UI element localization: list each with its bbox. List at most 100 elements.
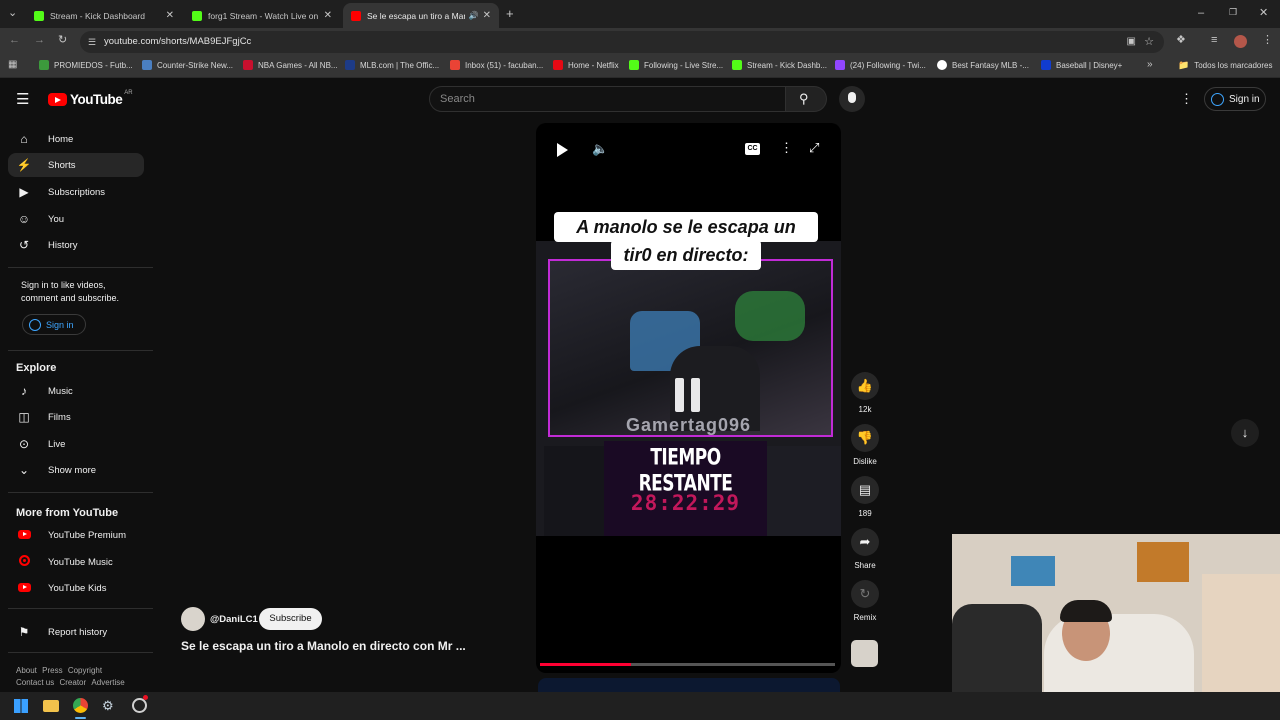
short-video-player[interactable]: 🔈 CC ⋮ ⤢ Gamertag096 TIEMPO RESTANTE 28:… <box>536 123 841 673</box>
progress-bar[interactable] <box>540 663 835 666</box>
windows-start-icon[interactable] <box>14 699 28 713</box>
footer-link[interactable]: About <box>16 666 37 675</box>
bookmark-label: PROMIEDOS - Futb... <box>54 60 133 70</box>
sidebar-item-youtube-premium[interactable]: YouTube Premium <box>8 523 144 547</box>
sidebar-item-history[interactable]: ↺ History <box>8 233 144 257</box>
short-title[interactable]: Se le escapa un tiro a Manolo en directo… <box>181 639 466 653</box>
play-icon[interactable] <box>557 143 568 157</box>
all-bookmarks-folder[interactable]: 📁 Todos los marcadores <box>1178 60 1272 71</box>
browser-tab-0[interactable]: Stream - Kick Dashboard ✕ <box>26 3 182 28</box>
sidebar-item-subscriptions[interactable]: ▶ Subscriptions <box>8 180 144 204</box>
bookmark-item[interactable]: Best Fantasy MLB -... <box>937 60 1029 70</box>
obs-icon[interactable] <box>132 698 147 713</box>
address-bar[interactable]: ☰ youtube.com/shorts/MAB9EJFgjCc ▣ ☆ <box>80 31 1164 53</box>
footer-link[interactable]: Press <box>42 666 62 675</box>
bookmark-item[interactable]: NBA Games - All NB... <box>243 60 338 70</box>
install-app-icon[interactable]: ▣ <box>1127 31 1136 53</box>
close-window-icon[interactable]: ✕ <box>1259 8 1268 19</box>
bookmark-item[interactable]: MLB.com | The Offic... <box>345 60 439 70</box>
tab-search-icon[interactable]: ⌄ <box>8 8 17 19</box>
remix-action[interactable]: ↻ Remix <box>850 580 880 622</box>
channel-name[interactable]: @DaniLC1 <box>210 614 258 625</box>
bookmark-star-icon[interactable]: ☆ <box>1144 31 1154 53</box>
back-icon[interactable]: ← <box>9 35 20 46</box>
channel-avatar[interactable] <box>181 607 205 631</box>
bookmark-item[interactable]: PROMIEDOS - Futb... <box>39 60 133 70</box>
bookmark-item[interactable]: Counter-Strike New... <box>142 60 233 70</box>
close-tab-icon[interactable]: ✕ <box>324 10 332 21</box>
apps-grid-icon[interactable]: ▦ <box>8 60 17 70</box>
search-button[interactable]: ⚲ <box>786 86 827 112</box>
thumbs-down-icon[interactable]: 👎 <box>851 424 879 452</box>
bookmark-item[interactable]: (24) Following - Twi... <box>835 60 926 70</box>
hamburger-menu-icon[interactable]: ☰ <box>16 90 29 108</box>
comment-icon[interactable]: ▤ <box>851 476 879 504</box>
footer-link[interactable]: Copyright <box>68 666 102 675</box>
footer-link[interactable]: Advertise <box>91 678 124 687</box>
youtube-logo[interactable]: YouTube AR <box>48 90 133 107</box>
chrome-icon[interactable] <box>73 698 88 713</box>
voice-search-button[interactable] <box>839 86 865 112</box>
site-info-icon[interactable]: ☰ <box>88 31 96 53</box>
bookmark-item[interactable]: Following - Live Stre... <box>629 60 723 70</box>
reload-icon[interactable]: ↻ <box>58 35 67 46</box>
sign-in-button[interactable]: Sign in <box>1204 87 1266 111</box>
footer-link[interactable]: Creator <box>59 678 86 687</box>
windows-taskbar: ⚙ <box>0 692 1280 720</box>
sidebar-item-home[interactable]: ⌂ Home <box>8 127 144 151</box>
profile-avatar[interactable] <box>1234 35 1247 48</box>
next-short-preview[interactable] <box>538 678 840 692</box>
new-tab-icon[interactable]: + <box>506 7 514 20</box>
thumbs-up-icon[interactable]: 👍 <box>851 372 879 400</box>
dislike-action[interactable]: 👎 Dislike <box>850 424 880 466</box>
tab-title: Se le escapa un tiro a Mano <box>367 10 465 21</box>
sidebar-item-music[interactable]: ♪ Music <box>8 379 144 403</box>
minimize-icon[interactable]: – <box>1198 8 1204 19</box>
sidebar-item-you[interactable]: ☺ You <box>8 207 144 231</box>
captions-icon[interactable]: CC <box>745 143 760 155</box>
bookmark-item[interactable]: Inbox (51) - facuban... <box>450 60 543 70</box>
bookmark-favicon-icon <box>345 60 355 70</box>
bookmark-item[interactable]: Baseball | Disney+ <box>1041 60 1122 70</box>
subscribe-button[interactable]: Subscribe <box>259 608 322 630</box>
close-tab-icon[interactable]: ✕ <box>166 10 174 21</box>
steam-icon[interactable]: ⚙ <box>102 698 114 714</box>
fullscreen-icon[interactable]: ⤢ <box>809 140 819 156</box>
remix-icon[interactable]: ↻ <box>851 580 879 608</box>
like-action[interactable]: 👍 12k <box>850 372 880 414</box>
audio-playing-icon[interactable]: 🔊 <box>469 11 479 20</box>
footer-link[interactable]: Contact us <box>16 678 54 687</box>
browser-menu-icon[interactable]: ⋮ <box>1262 35 1273 46</box>
bookmark-item[interactable]: Home - Netflix <box>553 60 619 70</box>
restore-icon[interactable]: ❐ <box>1229 8 1237 17</box>
sidebar-item-youtube-kids[interactable]: YouTube Kids <box>8 576 144 600</box>
share-action[interactable]: ➦ Share <box>850 528 880 570</box>
browser-tab-2[interactable]: Se le escapa un tiro a Mano 🔊 ✕ <box>343 3 499 28</box>
browser-tab-1[interactable]: forg1 Stream - Watch Live on K ✕ <box>184 3 340 28</box>
search-input[interactable]: Search <box>429 86 786 112</box>
share-icon[interactable]: ➦ <box>851 528 879 556</box>
sidebar-item-report-history[interactable]: ⚑ Report history <box>8 620 144 644</box>
more-options-icon[interactable]: ⋮ <box>780 140 793 156</box>
volume-icon[interactable]: 🔈 <box>592 141 608 157</box>
settings-menu-icon[interactable]: ⋮ <box>1180 91 1193 107</box>
forward-icon[interactable]: → <box>34 35 45 46</box>
sidebar-item-youtube-music[interactable]: YouTube Music <box>8 550 144 574</box>
tab-title: forg1 Stream - Watch Live on K <box>208 10 320 21</box>
close-tab-icon[interactable]: ✕ <box>483 10 491 21</box>
sidebar-item-films[interactable]: ◫ Films <box>8 405 144 429</box>
more-bookmarks-icon[interactable]: » <box>1147 60 1153 70</box>
sidebar-sign-in-button[interactable]: Sign in <box>22 314 86 335</box>
pause-icon[interactable] <box>675 378 701 412</box>
media-controls-icon[interactable]: ≡ <box>1211 35 1217 46</box>
sidebar-divider <box>8 492 153 493</box>
audio-track-thumbnail[interactable] <box>851 640 878 667</box>
next-short-button[interactable]: ↓ <box>1231 419 1259 447</box>
sidebar-item-shorts[interactable]: ⚡ Shorts <box>8 153 144 177</box>
sidebar-item-live[interactable]: ⊙ Live <box>8 432 144 456</box>
extensions-icon[interactable]: ❖ <box>1176 35 1186 46</box>
file-explorer-icon[interactable] <box>43 700 59 712</box>
sidebar-item-show-more[interactable]: ⌄ Show more <box>8 458 144 482</box>
bookmark-item[interactable]: Stream - Kick Dashb... <box>732 60 827 70</box>
comments-action[interactable]: ▤ 189 <box>850 476 880 518</box>
